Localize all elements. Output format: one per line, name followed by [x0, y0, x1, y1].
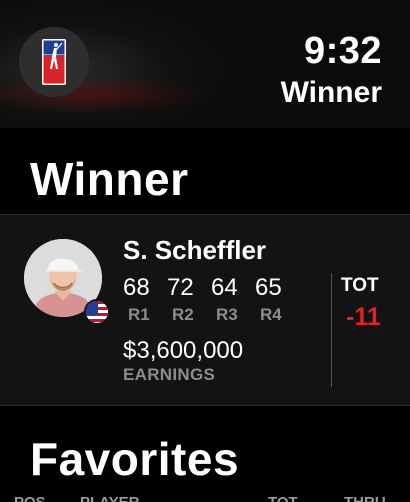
round-score: 72: [167, 274, 194, 301]
player-name: S. Scheffler: [123, 235, 267, 265]
nav-title: Winner: [280, 76, 382, 109]
app-logo[interactable]: [19, 27, 89, 97]
round-label: R4: [260, 305, 282, 324]
round-1: 68 R1: [123, 275, 167, 325]
total-label: TOT: [341, 275, 379, 296]
column-header-player: PLAYER: [80, 494, 139, 502]
round-4: 65 R4: [255, 275, 299, 325]
round-score: 64: [211, 274, 238, 301]
round-score: 65: [255, 274, 282, 301]
pga-tour-logo-icon: [42, 39, 66, 85]
total-score: -11: [346, 303, 381, 331]
round-2: 72 R2: [167, 275, 211, 325]
round-label: R2: [172, 305, 194, 324]
column-header-tot: TOT: [268, 494, 298, 502]
round-label: R1: [128, 305, 150, 324]
round-3: 64 R3: [211, 275, 255, 325]
status-time: 9:32: [303, 30, 382, 72]
earnings-value: $3,600,000: [123, 337, 244, 364]
column-header-pos: POS: [14, 494, 46, 502]
favorites-section-title: Favorites: [30, 433, 240, 485]
earnings-label: EARNINGS: [123, 365, 216, 384]
status-header: 9:32 Winner: [0, 0, 410, 128]
round-label: R3: [216, 305, 238, 324]
column-header-thru: THRU: [344, 494, 386, 502]
round-score: 68: [123, 274, 150, 301]
us-flag-icon: [84, 299, 110, 325]
winner-section-title: Winner: [30, 153, 189, 205]
winner-card[interactable]: S. Scheffler 68 R1 72 R2 64 R3 65 R4 $3,…: [0, 214, 410, 406]
total-divider: [331, 273, 332, 387]
round-scores: 68 R1 72 R2 64 R3 65 R4: [123, 275, 299, 325]
